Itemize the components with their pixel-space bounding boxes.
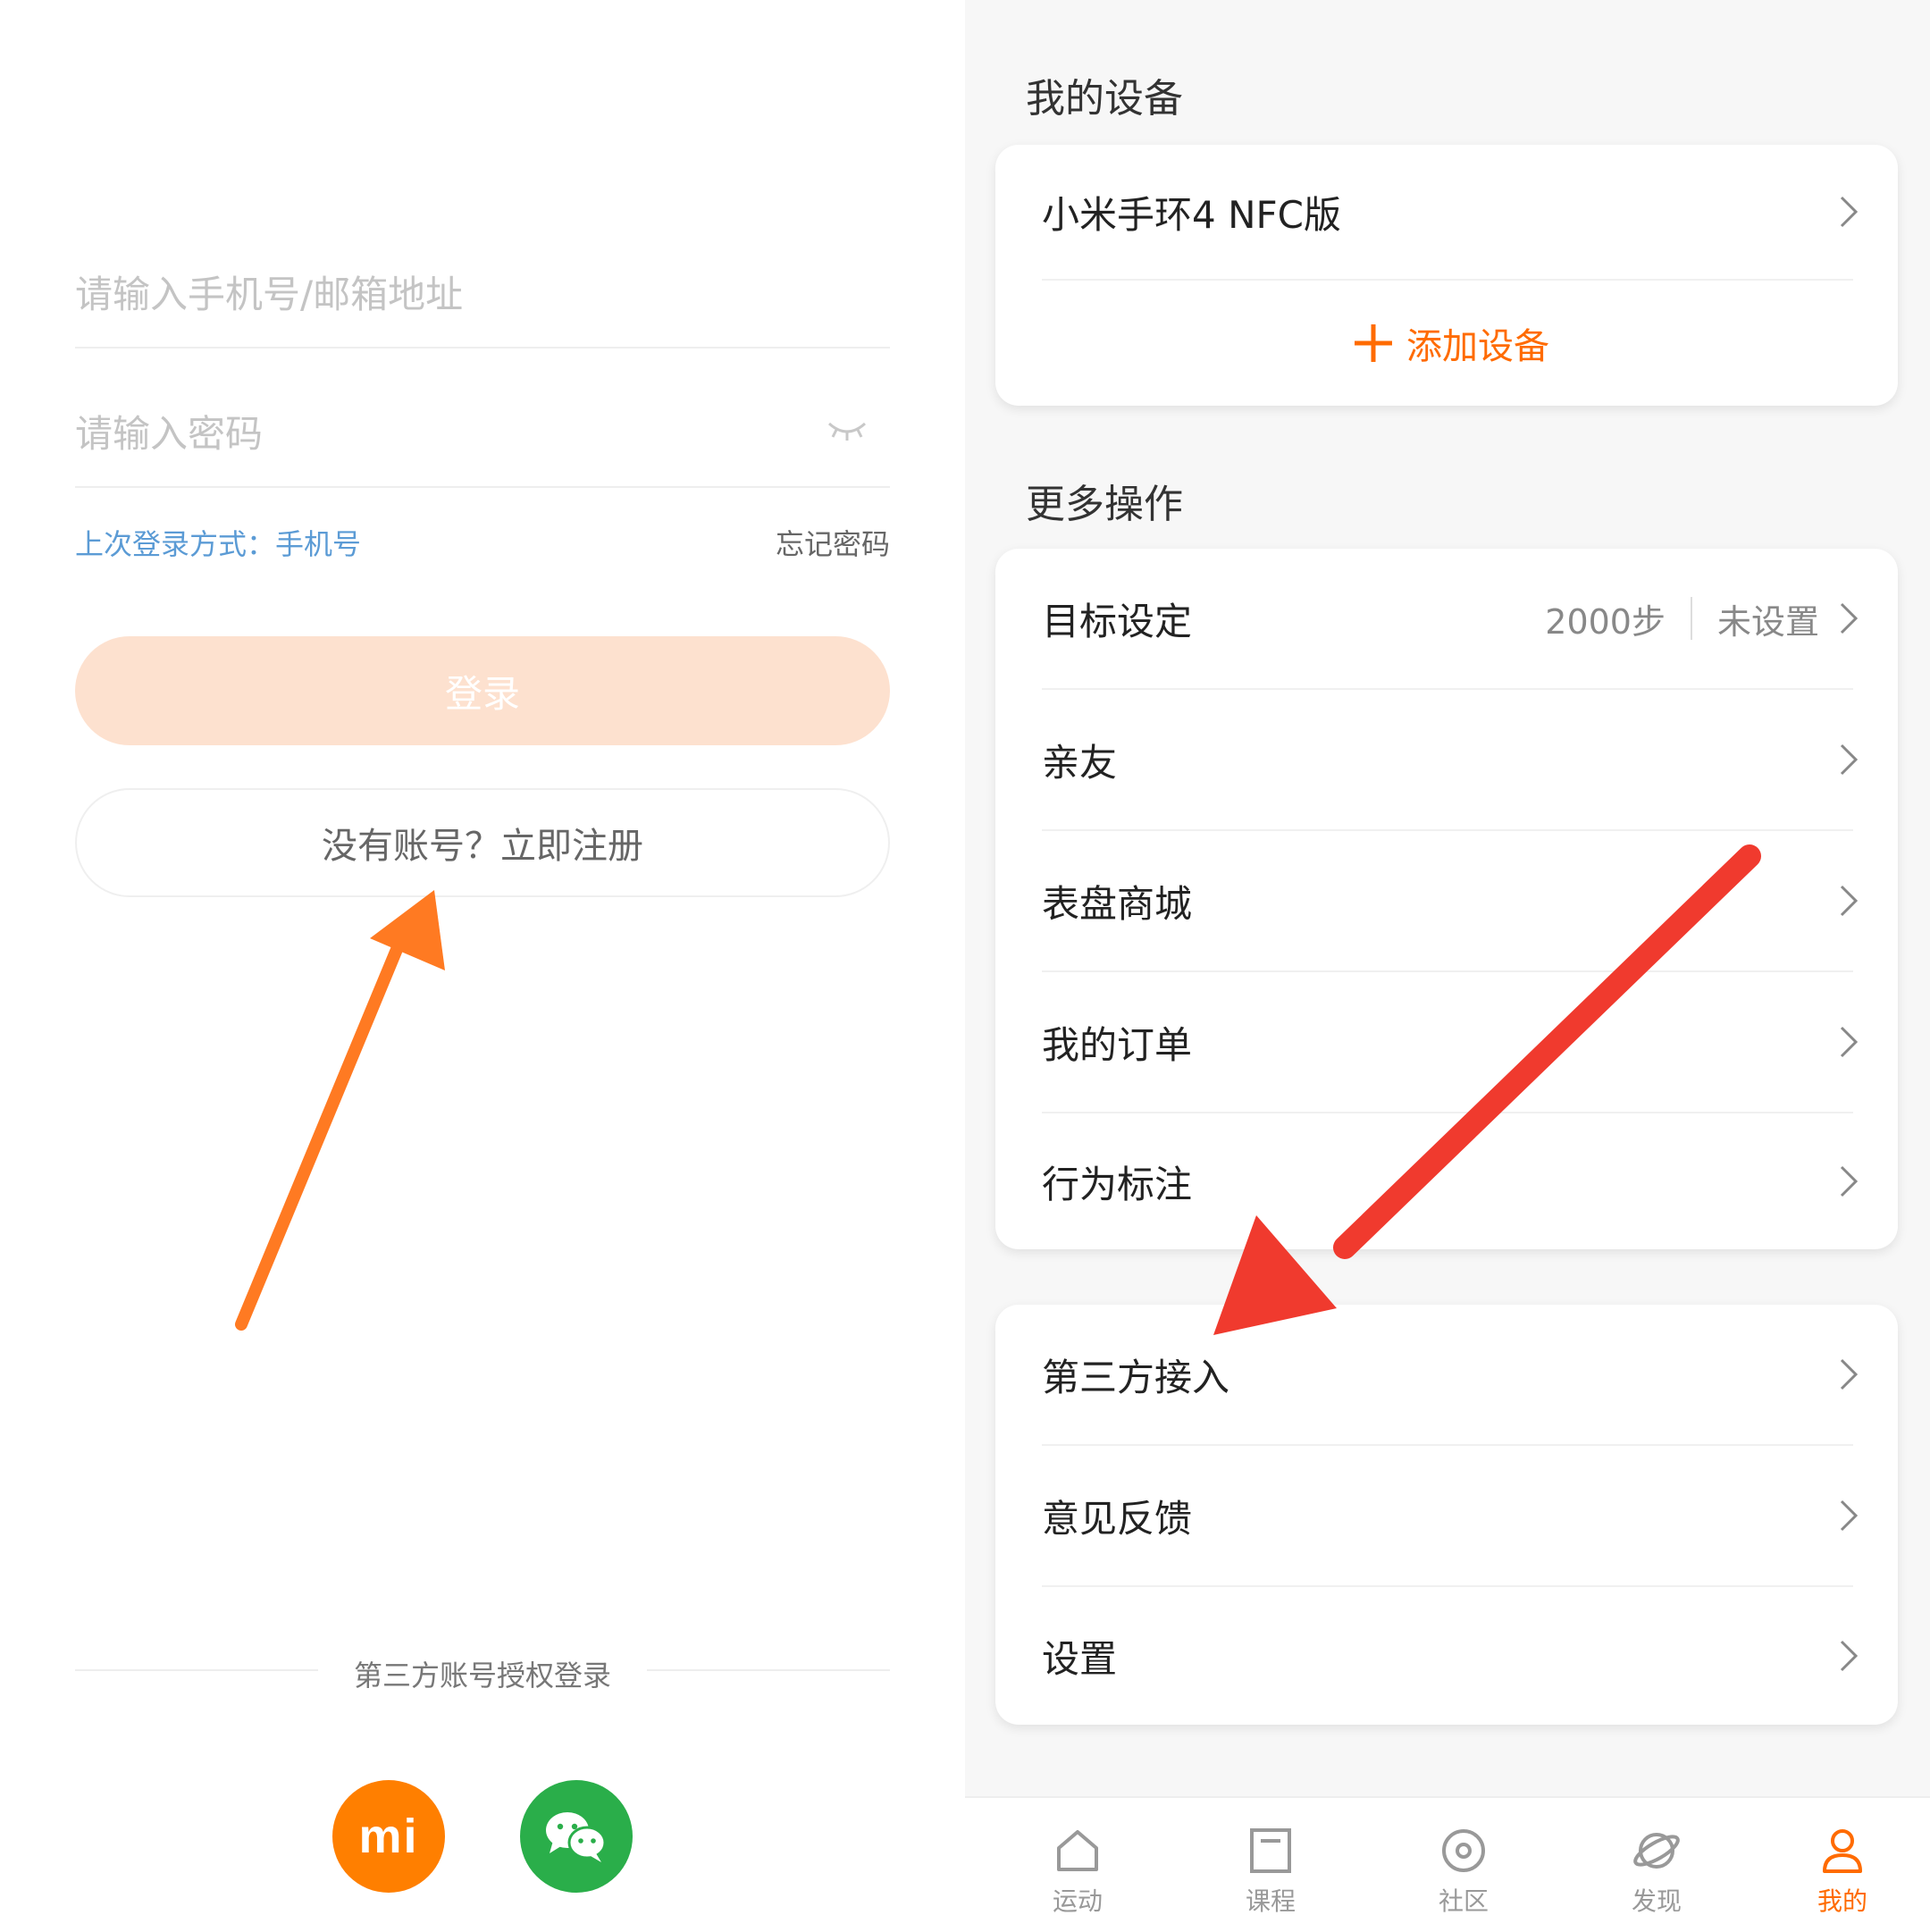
menu-item-friends[interactable]: 亲友 [995,690,1898,829]
phone-input-underline [75,347,890,349]
tab-label: 课程 [1245,1886,1296,1916]
forgot-password-link[interactable]: 忘记密码 [776,522,890,563]
third-party-divider-left [75,1669,318,1671]
chevron-right-icon [1840,1358,1859,1390]
chevron-right-icon [1840,1165,1859,1197]
password-input-underline [75,486,890,488]
more-actions-title: 更多操作 [1026,482,1183,527]
menu-item-label: 设置 [1042,1636,1118,1681]
tab-label: 我的 [1817,1886,1867,1916]
menu-item-my-orders[interactable]: 我的订单 [995,972,1898,1112]
menu-item-label: 我的订单 [1042,1022,1193,1067]
menu-item-label: 意见反馈 [1042,1496,1193,1541]
third-party-divider-right [647,1669,890,1671]
mi-logo-text: mi [358,1810,419,1863]
community-icon [1442,1829,1485,1872]
menu-item-watchface-store[interactable]: 表盘商城 [995,831,1898,970]
tab-mine[interactable]: 我的 [1780,1825,1905,1918]
devices-card: 小米手环4 NFC版 添加设备 [995,145,1898,406]
add-device-button[interactable]: 添加设备 [995,281,1898,406]
wechat-icon [546,1812,607,1862]
chevron-right-icon [1840,885,1859,917]
my-devices-title: 我的设备 [1026,76,1183,122]
tab-course[interactable]: 课程 [1208,1825,1333,1918]
device-name: 小米手环4 NFC版 [1042,192,1341,237]
planet-icon [1633,1833,1680,1869]
home-icon [1057,1830,1098,1871]
login-panel: 请输入手机号/邮箱地址 请输入密码 上次登录方式：手机号 忘记密码 登录 没有账… [0,0,965,1930]
menu-item-label: 表盘商城 [1042,881,1193,926]
tab-label: 社区 [1438,1886,1489,1916]
person-icon [1823,1829,1862,1873]
tab-community[interactable]: 社区 [1401,1825,1526,1918]
register-button[interactable]: 没有账号？立即注册 [75,788,890,897]
menu-item-label: 亲友 [1042,740,1118,785]
chevron-right-icon [1840,602,1859,634]
course-icon [1250,1828,1291,1873]
chevron-right-icon [1840,1026,1859,1058]
plus-icon [1355,324,1392,362]
menu-item-feedback[interactable]: 意见反馈 [995,1446,1898,1585]
phone-input[interactable]: 请输入手机号/邮箱地址 [75,265,463,319]
last-login-method: 上次登录方式：手机号 [75,527,362,561]
mi-login-button[interactable]: mi [332,1780,445,1893]
bottom-tab-bar: 运动 课程 社区 发现 我的 [965,1796,1930,1932]
menu-item-third-party-access[interactable]: 第三方接入 [995,1305,1898,1444]
chevron-right-icon [1840,196,1859,228]
menu-item-behavior-tagging[interactable]: 行为标注 [995,1113,1898,1249]
value-separator [1690,597,1692,640]
chevron-right-icon [1840,1640,1859,1672]
device-item[interactable]: 小米手环4 NFC版 [995,145,1898,279]
misc-card: 第三方接入 意见反馈 设置 [995,1305,1898,1725]
password-input[interactable]: 请输入密码 [75,404,263,458]
goal-status: 未设置 [1716,601,1819,642]
tab-discover[interactable]: 发现 [1594,1825,1719,1918]
add-device-label: 添加设备 [1406,326,1549,367]
chevron-right-icon [1840,1499,1859,1532]
wechat-login-button[interactable] [520,1780,633,1893]
tab-sport[interactable]: 运动 [1015,1825,1140,1918]
more-actions-card: 目标设定 2000步 未设置 亲友 表盘商城 我的订单 行为标注 [995,549,1898,1249]
goal-steps: 2000步 [1545,601,1666,642]
eye-closed-icon[interactable] [826,416,868,443]
profile-panel: 我的设备 小米手环4 NFC版 添加设备 更多操作 目标设定 2000步 未设置… [965,0,1930,1932]
chevron-right-icon [1840,743,1859,776]
tab-label: 发现 [1631,1886,1682,1916]
menu-item-settings[interactable]: 设置 [995,1587,1898,1725]
login-button[interactable]: 登录 [75,636,890,745]
menu-item-label: 行为标注 [1042,1162,1193,1206]
goal-setting-item[interactable]: 目标设定 2000步 未设置 [995,549,1898,688]
menu-item-label: 第三方接入 [1042,1355,1230,1399]
goal-setting-label: 目标设定 [1042,599,1193,643]
third-party-login-label: 第三方账号授权登录 [353,1659,611,1693]
tab-label: 运动 [1052,1886,1103,1916]
